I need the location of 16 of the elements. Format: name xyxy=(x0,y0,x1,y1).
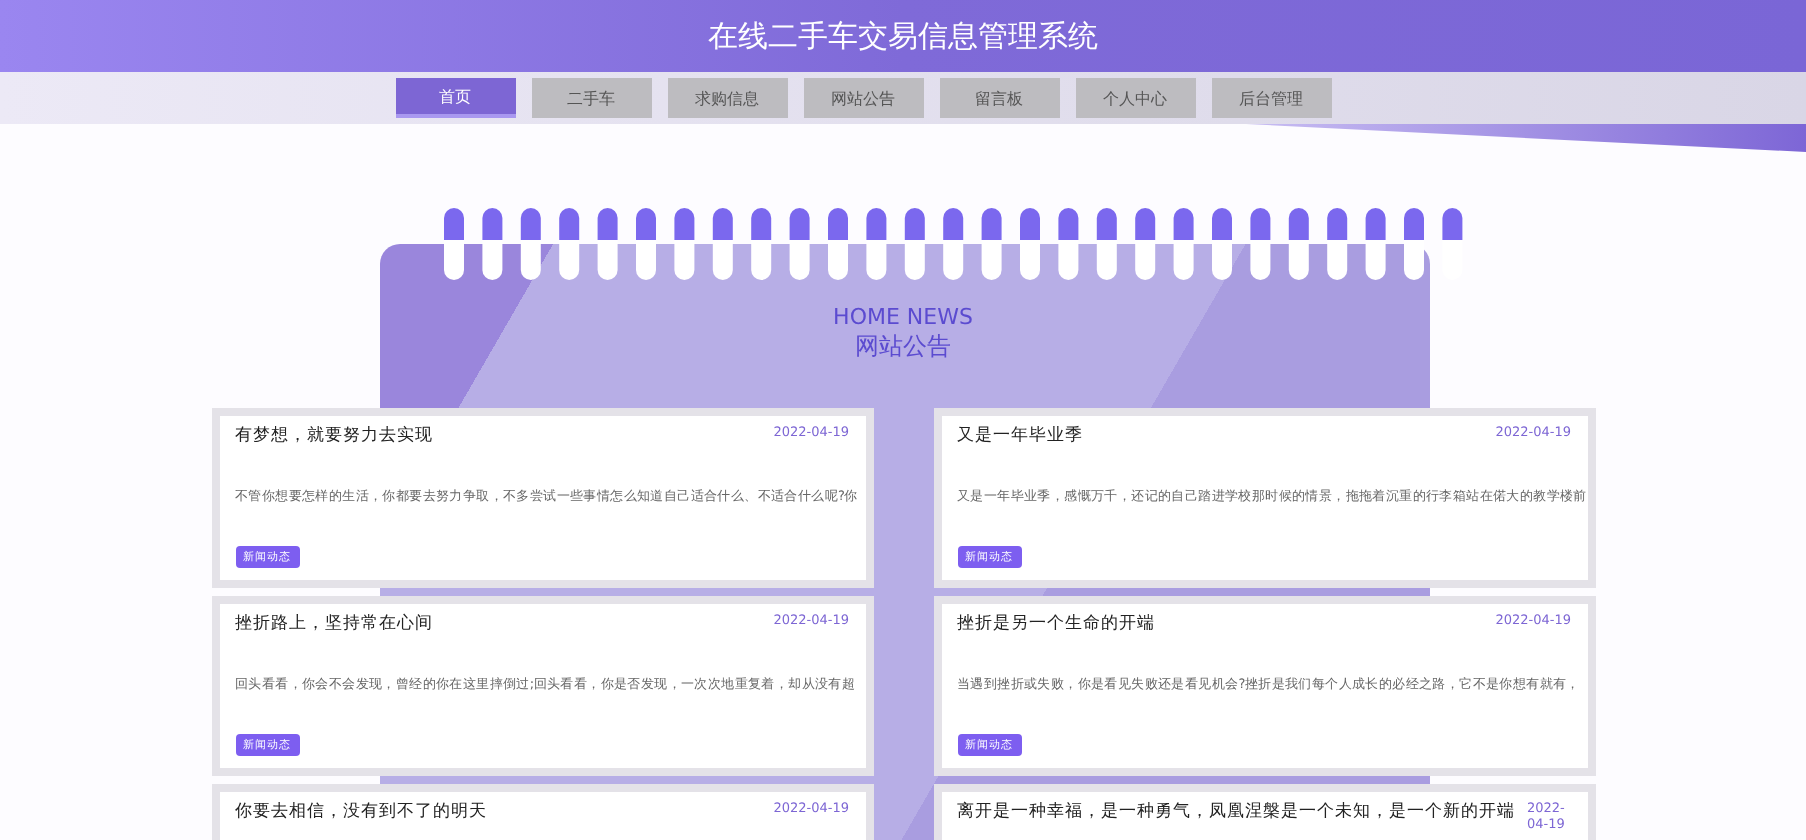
news-title: 你要去相信，没有到不了的明天 xyxy=(235,800,487,824)
nav-tab[interactable]: 留言板 xyxy=(939,78,1059,118)
nav-tab[interactable]: 二手车 xyxy=(531,78,651,118)
nav-tab[interactable]: 个人中心 xyxy=(1075,78,1195,118)
nav-tab[interactable]: 求购信息 xyxy=(667,78,787,118)
site-title: 在线二手车交易信息管理系统 xyxy=(708,17,1098,55)
news-title: 离开是一种幸福，是一种勇气，凤凰涅槃是一个未知，是一个新的开端 xyxy=(957,800,1515,826)
news-title: 又是一年毕业季 xyxy=(957,424,1083,448)
nav-tab[interactable]: 后台管理 xyxy=(1211,78,1331,118)
section-title: 网站公告 xyxy=(855,330,951,364)
news-title: 有梦想，就要努力去实现 xyxy=(235,424,433,448)
section-subtitle: HOME NEWS xyxy=(833,304,973,330)
news-title: 挫折是另一个生命的开端 xyxy=(957,612,1155,636)
nav-tab[interactable]: 网站公告 xyxy=(803,78,923,118)
news-title: 挫折路上，坚持常在心间 xyxy=(235,612,433,636)
nav-tab[interactable]: 首页 xyxy=(395,78,515,118)
